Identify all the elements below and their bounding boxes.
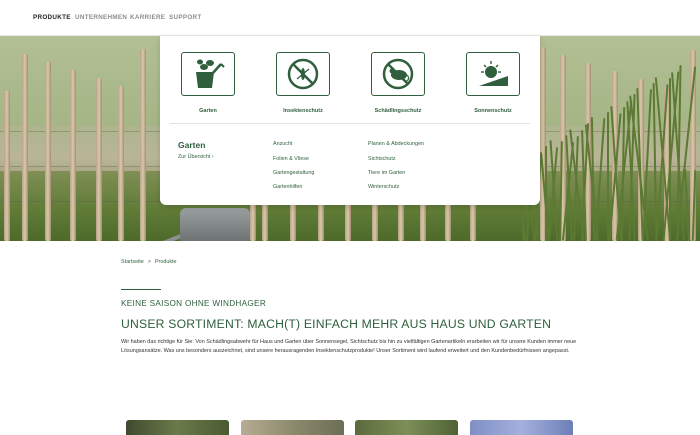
nav-item-karriere[interactable]: KARRIERE bbox=[130, 14, 165, 21]
breadcrumb: Startseite > Produkte bbox=[121, 259, 177, 265]
submenu-link-sichtschutz[interactable]: Sichtschutz bbox=[368, 156, 396, 162]
submenu-link-gartenhilfen[interactable]: Gartenhilfen bbox=[273, 184, 302, 190]
category-label: Schädlingsschutz bbox=[374, 108, 422, 114]
overview-link[interactable]: Zur Übersicht › bbox=[178, 154, 214, 160]
product-card[interactable] bbox=[470, 420, 573, 435]
submenu-link-gartengestaltung[interactable]: Gartengestaltung bbox=[273, 170, 314, 176]
submenu-link-winterschutz[interactable]: Winterschutz bbox=[368, 184, 399, 190]
breadcrumb-current[interactable]: Produkte bbox=[155, 259, 177, 265]
fence-post bbox=[118, 86, 124, 241]
watering-can bbox=[180, 208, 250, 241]
nav-item-support[interactable]: SUPPORT bbox=[169, 14, 202, 21]
fence-post bbox=[4, 91, 10, 241]
category-label: Garten bbox=[199, 108, 217, 114]
no-mouse-icon bbox=[371, 52, 425, 96]
reed-stem bbox=[607, 112, 609, 241]
no-mosquito-icon bbox=[276, 52, 330, 96]
submenu-link-tiere-im-garten[interactable]: Tiere im Garten bbox=[368, 170, 405, 176]
menu-section-title: Garten bbox=[178, 140, 206, 150]
fence-post bbox=[70, 70, 76, 241]
sun-shade-icon bbox=[466, 52, 520, 96]
product-card[interactable] bbox=[355, 420, 458, 435]
category-label: Insektenschutz bbox=[283, 108, 323, 114]
fence-post bbox=[22, 54, 28, 241]
product-card[interactable] bbox=[241, 420, 344, 435]
fence-post bbox=[45, 62, 51, 241]
overview-link-label: Zur Übersicht bbox=[178, 154, 211, 160]
top-navigation: PRODUKTE UNTERNEHMEN KARRIERE SUPPORT bbox=[0, 0, 700, 36]
intro-paragraph: Wir haben das richtige für Sie: Von Schä… bbox=[121, 339, 577, 354]
breadcrumb-separator: > bbox=[147, 259, 151, 265]
menu-divider bbox=[170, 123, 530, 124]
chevron-right-icon: › bbox=[211, 154, 214, 160]
product-card[interactable] bbox=[126, 420, 229, 435]
nav-item-unternehmen[interactable]: UNTERNEHMEN bbox=[75, 14, 127, 21]
category-insektenschutz[interactable]: Insektenschutz bbox=[263, 52, 343, 114]
fence-post bbox=[140, 49, 146, 241]
category-garten[interactable]: Garten bbox=[168, 52, 248, 114]
heading-rule bbox=[121, 289, 161, 290]
submenu-link-folien-vliese[interactable]: Folien & Vliese bbox=[273, 156, 309, 162]
category-label: Sonnenschutz bbox=[474, 108, 512, 114]
garden-plant-icon bbox=[181, 52, 235, 96]
reed-stem bbox=[545, 146, 547, 241]
breadcrumb-home[interactable]: Startseite bbox=[121, 259, 144, 265]
fence-post bbox=[96, 78, 102, 241]
products-mega-menu: Garten Insektenschutz Schädlingsschutz S… bbox=[160, 36, 540, 205]
submenu-link-planen-abdeckungen[interactable]: Planen & Abdeckungen bbox=[368, 141, 424, 147]
section-kicker: KEINE SAISON OHNE WINDHAGER bbox=[121, 299, 267, 308]
page-title: UNSER SORTIMENT: MACH(T) EINFACH MEHR AU… bbox=[121, 317, 552, 331]
nav-item-produkte[interactable]: PRODUKTE bbox=[33, 14, 71, 21]
category-sonnenschutz[interactable]: Sonnenschutz bbox=[453, 52, 533, 114]
submenu-link-anzucht[interactable]: Anzucht bbox=[273, 141, 292, 147]
category-schaedlingsschutz[interactable]: Schädlingsschutz bbox=[358, 52, 438, 114]
